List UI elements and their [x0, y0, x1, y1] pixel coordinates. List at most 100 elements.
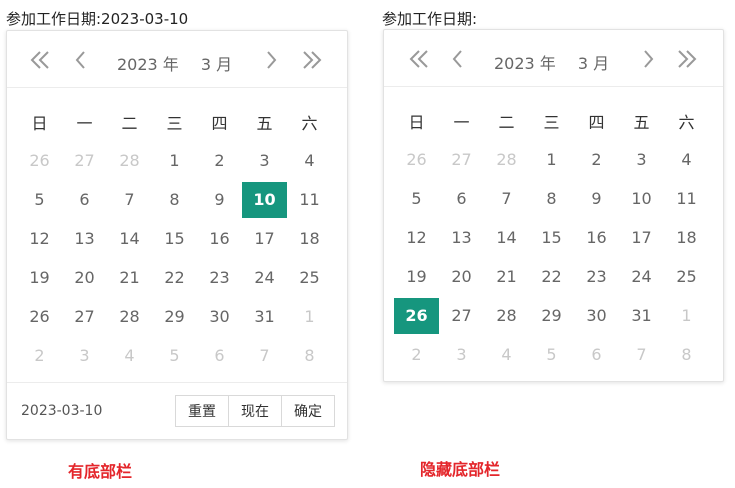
left-day-cell[interactable]: 24: [242, 260, 287, 296]
right-prev-year-icon[interactable]: [408, 48, 432, 70]
right-day-cell[interactable]: 19: [394, 259, 439, 295]
left-day-cell[interactable]: 8: [152, 182, 197, 218]
right-day-cell[interactable]: 31: [619, 298, 664, 334]
right-next-year-icon[interactable]: [674, 48, 698, 70]
left-day-cell[interactable]: 4: [107, 338, 152, 374]
right-day-cell[interactable]: 23: [574, 259, 619, 295]
left-day-cell[interactable]: 21: [107, 260, 152, 296]
right-day-cell[interactable]: 9: [574, 181, 619, 217]
left-day-cell[interactable]: 31: [242, 299, 287, 335]
right-day-cell[interactable]: 2: [394, 337, 439, 373]
right-year-label[interactable]: 2023 年: [494, 50, 556, 74]
right-day-cell[interactable]: 16: [574, 220, 619, 256]
left-day-cell[interactable]: 9: [197, 182, 242, 218]
right-day-cell[interactable]: 17: [619, 220, 664, 256]
left-day-cell[interactable]: 27: [62, 143, 107, 179]
left-day-cell[interactable]: 7: [242, 338, 287, 374]
left-month-label[interactable]: 3 月: [201, 51, 232, 75]
right-prev-month-icon[interactable]: [446, 48, 470, 70]
left-day-cell[interactable]: 26: [17, 143, 62, 179]
left-day-cell[interactable]: 26: [17, 299, 62, 335]
left-day-cell[interactable]: 15: [152, 221, 197, 257]
right-day-cell[interactable]: 28: [484, 142, 529, 178]
left-day-cell[interactable]: 6: [62, 182, 107, 218]
left-day-cell[interactable]: 13: [62, 221, 107, 257]
left-day-cell[interactable]: 12: [17, 221, 62, 257]
right-day-cell[interactable]: 6: [574, 337, 619, 373]
left-day-cell[interactable]: 3: [242, 143, 287, 179]
left-day-cell[interactable]: 28: [107, 143, 152, 179]
right-next-month-icon[interactable]: [636, 48, 660, 70]
right-day-cell[interactable]: 26: [394, 297, 439, 334]
left-day-cell[interactable]: 17: [242, 221, 287, 257]
right-day-cell[interactable]: 13: [439, 220, 484, 256]
right-day-cell[interactable]: 2: [574, 142, 619, 178]
right-day-cell[interactable]: 28: [484, 298, 529, 334]
right-day-cell[interactable]: 21: [484, 259, 529, 295]
left-day-cell[interactable]: 5: [17, 182, 62, 218]
left-prev-year-icon[interactable]: [29, 49, 53, 71]
left-day-cell[interactable]: 6: [197, 338, 242, 374]
right-day-cell[interactable]: 7: [484, 181, 529, 217]
left-day-cell[interactable]: 7: [107, 182, 152, 218]
right-day-cell[interactable]: 22: [529, 259, 574, 295]
right-day-cell[interactable]: 12: [394, 220, 439, 256]
right-day-cell[interactable]: 7: [619, 337, 664, 373]
right-day-cell[interactable]: 29: [529, 298, 574, 334]
left-day-cell[interactable]: 11: [287, 182, 332, 218]
right-day-cell[interactable]: 4: [484, 337, 529, 373]
right-day-cell[interactable]: 5: [529, 337, 574, 373]
left-next-month-icon[interactable]: [259, 49, 283, 71]
right-day-cell[interactable]: 8: [529, 181, 574, 217]
right-day-cell[interactable]: 3: [439, 337, 484, 373]
right-day-cell[interactable]: 3: [619, 142, 664, 178]
left-day-cell[interactable]: 4: [287, 143, 332, 179]
left-day-cell[interactable]: 27: [62, 299, 107, 335]
now-button[interactable]: 现在: [228, 395, 282, 427]
right-day-cell[interactable]: 27: [439, 142, 484, 178]
left-day-cell[interactable]: 22: [152, 260, 197, 296]
left-day-cell[interactable]: 20: [62, 260, 107, 296]
left-day-cell[interactable]: 8: [287, 338, 332, 374]
left-day-cell[interactable]: 2: [197, 143, 242, 179]
left-day-cell[interactable]: 3: [62, 338, 107, 374]
left-day-cell[interactable]: 1: [152, 143, 197, 179]
left-day-cell[interactable]: 28: [107, 299, 152, 335]
reset-button[interactable]: 重置: [175, 395, 229, 427]
left-day-cell[interactable]: 16: [197, 221, 242, 257]
left-day-cell[interactable]: 23: [197, 260, 242, 296]
right-day-cell[interactable]: 18: [664, 220, 709, 256]
left-day-cell[interactable]: 1: [287, 299, 332, 335]
left-day-cell[interactable]: 30: [197, 299, 242, 335]
right-day-cell[interactable]: 1: [529, 142, 574, 178]
left-day-cell[interactable]: 19: [17, 260, 62, 296]
confirm-button[interactable]: 确定: [281, 395, 335, 427]
right-day-cell[interactable]: 5: [394, 181, 439, 217]
right-day-cell[interactable]: 27: [439, 298, 484, 334]
right-day-cell[interactable]: 6: [439, 181, 484, 217]
left-year-label[interactable]: 2023 年: [117, 51, 179, 75]
right-day-cell[interactable]: 4: [664, 142, 709, 178]
right-picker-header: 2023 年 3 月: [384, 30, 723, 87]
right-day-cell[interactable]: 20: [439, 259, 484, 295]
right-day-cell[interactable]: 25: [664, 259, 709, 295]
right-day-cell[interactable]: 30: [574, 298, 619, 334]
right-day-cell[interactable]: 1: [664, 298, 709, 334]
left-day-cell[interactable]: 25: [287, 260, 332, 296]
right-day-cell[interactable]: 26: [394, 142, 439, 178]
left-day-cell[interactable]: 18: [287, 221, 332, 257]
right-month-label[interactable]: 3 月: [578, 50, 609, 74]
left-day-cell[interactable]: 2: [17, 338, 62, 374]
right-day-cell[interactable]: 11: [664, 181, 709, 217]
right-day-cell[interactable]: 15: [529, 220, 574, 256]
left-next-year-icon[interactable]: [299, 49, 323, 71]
left-day-cell[interactable]: 14: [107, 221, 152, 257]
left-day-cell[interactable]: 10: [242, 181, 287, 218]
right-day-cell[interactable]: 10: [619, 181, 664, 217]
left-day-cell[interactable]: 29: [152, 299, 197, 335]
right-day-cell[interactable]: 8: [664, 337, 709, 373]
right-day-cell[interactable]: 24: [619, 259, 664, 295]
right-day-cell[interactable]: 14: [484, 220, 529, 256]
left-prev-month-icon[interactable]: [69, 49, 93, 71]
left-day-cell[interactable]: 5: [152, 338, 197, 374]
